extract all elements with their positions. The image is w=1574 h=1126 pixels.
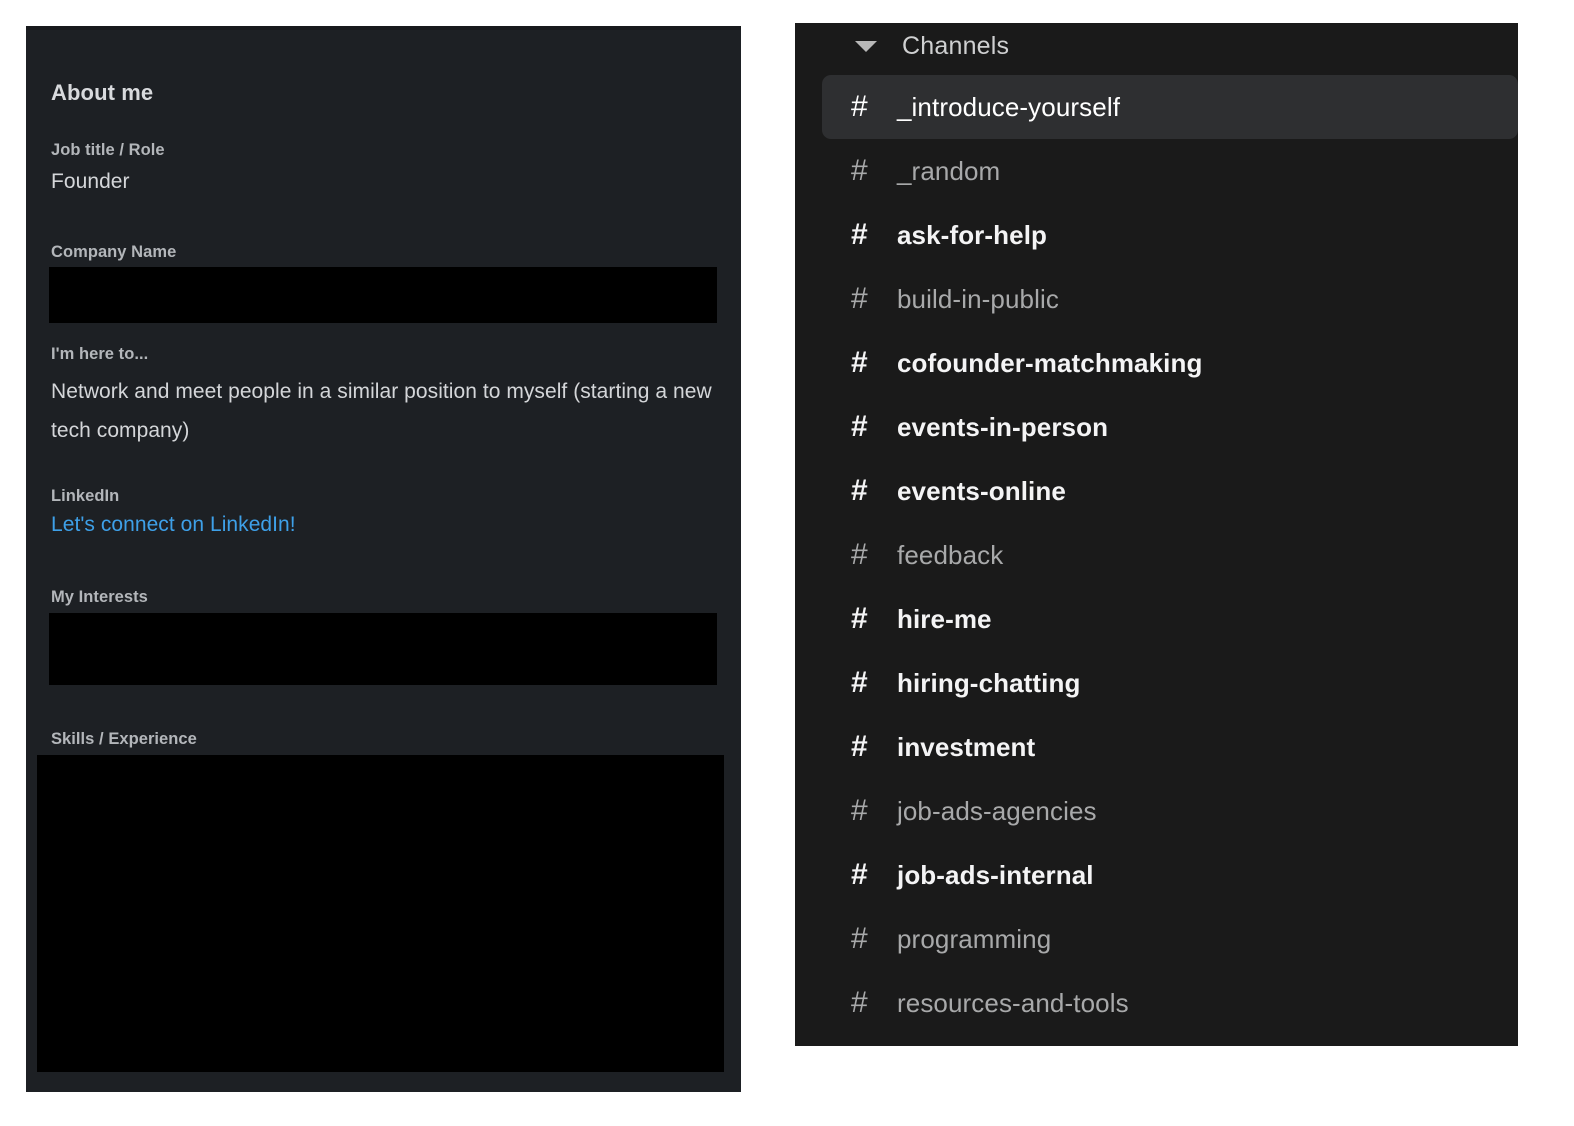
channel-item-hire-me[interactable]: # hire-me [795,587,1518,651]
job-title-label: Job title / Role [51,141,165,159]
chevron-down-icon[interactable] [855,40,877,52]
channel-item-programming[interactable]: # programming [795,907,1518,971]
channel-name: build-in-public [897,283,1059,314]
channel-name: cofounder-matchmaking [897,347,1203,378]
linkedin-label: LinkedIn [51,487,120,505]
skills-experience-label: Skills / Experience [51,730,197,748]
channel-name: _introduce-yourself [897,91,1121,122]
channel-list: # _introduce-yourself # _random # ask-for-hel… [795,75,1518,1035]
channels-section-header[interactable]: Channels [795,23,1518,69]
channel-name: hire-me [897,603,992,634]
skills-experience-redaction [37,755,724,1072]
page-title: About me [51,80,154,105]
channel-item-feedback[interactable]: # feedback [795,523,1518,587]
hash-icon: # [851,282,868,315]
hash-icon: # [851,922,868,955]
here-to-label: I'm here to... [51,345,149,363]
channel-name: events-online [897,475,1066,506]
company-name-redaction [49,267,717,323]
hash-icon: # [851,602,868,635]
hash-icon: # [851,410,868,443]
channel-item-events-in-person[interactable]: # events-in-person [795,395,1518,459]
channel-item-events-online[interactable]: # events-online [795,459,1518,523]
channel-item-random[interactable]: # _random [795,139,1518,203]
channel-item-job-ads-internal[interactable]: # job-ads-internal [795,843,1518,907]
channel-name: resources-and-tools [897,987,1129,1018]
channel-item-job-ads-agencies[interactable]: # job-ads-agencies [795,779,1518,843]
channel-name: programming [897,923,1052,954]
linkedin-link[interactable]: Let's connect on LinkedIn! [51,513,296,537]
my-interests-redaction [49,613,717,685]
channel-item-hiring-chatting[interactable]: # hiring-chatting [795,651,1518,715]
hash-icon: # [851,154,868,187]
channel-item-ask-for-help[interactable]: # ask-for-help [795,203,1518,267]
hash-icon: # [851,794,868,827]
channel-name: job-ads-internal [897,859,1094,890]
hash-icon: # [851,346,868,379]
channel-name: job-ads-agencies [897,795,1097,826]
here-to-value: Network and meet people in a similar pos… [51,380,712,442]
channels-sidebar: Channels # _introduce-yourself # _random # as… [795,23,1518,1046]
channel-item-resources-and-tools[interactable]: # resources-and-tools [795,971,1518,1035]
channel-item-introduce-yourself[interactable]: # _introduce-yourself [822,75,1518,139]
channel-item-build-in-public[interactable]: # build-in-public [795,267,1518,331]
my-interests-label: My Interests [51,588,148,606]
hash-icon: # [851,666,868,699]
company-name-label: Company Name [51,243,177,261]
job-title-value: Founder [51,170,130,193]
channel-name: events-in-person [897,411,1109,442]
channel-item-cofounder-matchmaking[interactable]: # cofounder-matchmaking [795,331,1518,395]
channel-name: investment [897,731,1036,762]
hash-icon: # [851,730,868,763]
hash-icon: # [851,474,868,507]
hash-icon: # [851,986,868,1019]
hash-icon: # [851,90,868,123]
hash-icon: # [851,538,868,571]
channel-name: _random [897,155,1001,186]
channel-item-investment[interactable]: # investment [795,715,1518,779]
channel-name: feedback [897,539,1004,570]
hash-icon: # [851,858,868,891]
about-me-panel: About me Job title / Role Founder Compan… [26,26,741,1092]
channels-section-label: Channels [902,31,1010,60]
panel-top-divider [26,26,741,30]
channel-name: ask-for-help [897,219,1048,250]
hash-icon: # [851,218,868,251]
channel-name: hiring-chatting [897,667,1081,698]
